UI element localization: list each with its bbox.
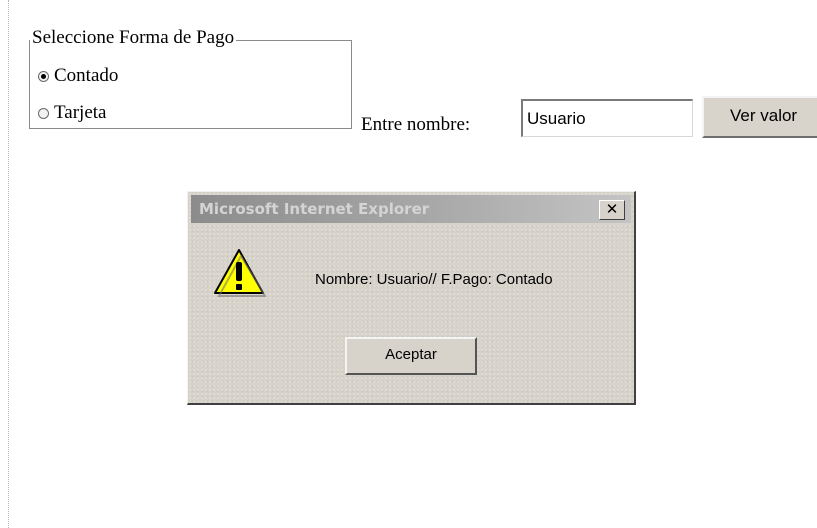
close-icon[interactable]: ✕ xyxy=(599,200,625,220)
page-left-border xyxy=(8,0,9,528)
name-label: Entre nombre: xyxy=(361,114,471,135)
radio-tarjeta[interactable] xyxy=(38,107,49,119)
radio-label-contado: Contado xyxy=(54,65,119,86)
name-input[interactable] xyxy=(521,99,693,137)
page: Seleccione Forma de Pago Contado Tarjeta… xyxy=(0,0,817,528)
radio-option-tarjeta[interactable]: Tarjeta xyxy=(38,100,106,126)
radio-label-tarjeta: Tarjeta xyxy=(54,102,107,123)
alert-dialog: Microsoft Internet Explorer ✕ Nombre: Us… xyxy=(187,191,636,405)
dialog-message: Nombre: Usuario// F.Pago: Contado xyxy=(315,271,553,288)
radio-option-contado[interactable]: Contado xyxy=(38,63,118,89)
warning-icon xyxy=(214,249,266,297)
radio-contado-checked[interactable] xyxy=(38,70,49,82)
aceptar-button[interactable]: Aceptar xyxy=(345,337,477,375)
ver-valor-button[interactable]: Ver valor xyxy=(702,96,817,138)
dialog-titlebar[interactable]: Microsoft Internet Explorer ✕ xyxy=(191,195,631,223)
dialog-title: Microsoft Internet Explorer xyxy=(199,200,430,218)
payment-legend: Seleccione Forma de Pago xyxy=(30,24,237,52)
